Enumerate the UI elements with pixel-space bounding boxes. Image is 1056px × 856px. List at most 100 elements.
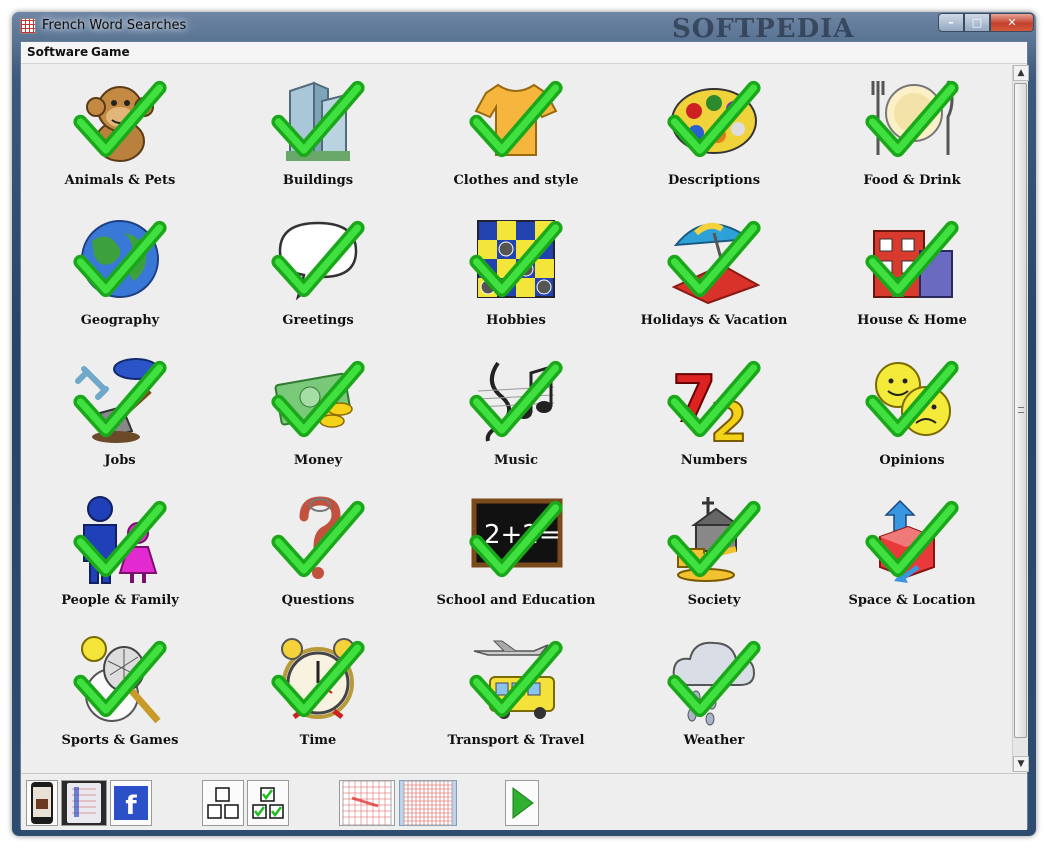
category-tile[interactable]: Opinions (813, 345, 1011, 485)
category-tile[interactable]: House & Home (813, 205, 1011, 345)
play-icon (512, 787, 534, 819)
category-tile[interactable]: Time (219, 625, 417, 765)
category-label: Food & Drink (863, 173, 961, 188)
minimize-button[interactable]: – (938, 13, 964, 32)
scroll-up-icon[interactable]: ▲ (1013, 65, 1029, 81)
category-label: School and Education (436, 593, 596, 608)
category-tile[interactable]: People & Family (21, 485, 219, 625)
category-tile[interactable]: Animals & Pets (21, 65, 219, 205)
category-tile[interactable]: Sports & Games (21, 625, 219, 765)
question-mark-icon (270, 491, 366, 587)
category-tile[interactable]: Weather (615, 625, 813, 765)
category-tile[interactable]: Jobs (21, 345, 219, 485)
grip-icon (1018, 407, 1024, 413)
category-label: Holidays & Vacation (640, 313, 788, 328)
scroll-down-icon[interactable]: ▼ (1013, 756, 1029, 772)
category-label: Questions (281, 593, 355, 608)
category-label: Weather (683, 733, 745, 748)
church-gavel-icon (666, 491, 762, 587)
menu-game[interactable]: Game (91, 45, 130, 59)
category-tile[interactable]: Transport & Travel (417, 625, 615, 765)
category-tile[interactable]: Food & Drink (813, 65, 1011, 205)
category-tile[interactable]: Music (417, 345, 615, 485)
app-window: French Word Searches SOFTPEDIA – □ ✕ Sof… (12, 12, 1036, 836)
tshirt-icon (468, 71, 564, 167)
monkey-icon (72, 71, 168, 167)
category-label: Music (493, 453, 538, 468)
tablet-app-button[interactable] (61, 780, 107, 826)
show-all-button[interactable] (202, 780, 244, 826)
maximize-button[interactable]: □ (964, 13, 990, 32)
completed-check-icon (73, 500, 167, 578)
client-area: Software Game Animals & Pets Buildings Clo… (20, 41, 1029, 830)
completed-check-icon (667, 80, 761, 158)
category-label: Geography (80, 313, 160, 328)
category-tile[interactable]: Greetings (219, 205, 417, 345)
completed-check-icon (469, 220, 563, 298)
category-label: Transport & Travel (447, 733, 585, 748)
category-label: Descriptions (667, 173, 761, 188)
category-label: Hobbies (486, 313, 546, 328)
checkerboard-icon (468, 211, 564, 307)
completed-check-icon (469, 360, 563, 438)
menu-bar: Software Game (21, 42, 1027, 64)
paint-palette-icon (666, 71, 762, 167)
vertical-scrollbar[interactable]: ▲ ▼ (1012, 65, 1029, 772)
watermark-text: SOFTPEDIA (672, 14, 855, 44)
category-label: Numbers (680, 453, 748, 468)
completed-check-icon (667, 220, 761, 298)
scroll-thumb[interactable] (1014, 83, 1027, 738)
category-tile[interactable]: Money (219, 345, 417, 485)
completed-check-icon (271, 500, 365, 578)
category-tile[interactable]: Clothes and style (417, 65, 615, 205)
bottom-toolbar: f (21, 773, 1027, 830)
empty-boxes-icon (207, 787, 239, 819)
phone-app-button[interactable] (26, 780, 58, 826)
smiley-faces-icon (864, 351, 960, 447)
completed-check-icon (865, 500, 959, 578)
category-tile[interactable]: Society (615, 485, 813, 625)
completed-check-icon (865, 360, 959, 438)
category-tile[interactable]: Buildings (219, 65, 417, 205)
menu-software[interactable]: Software (27, 45, 88, 59)
music-notes-icon (468, 351, 564, 447)
category-label: Sports & Games (61, 733, 179, 748)
show-completed-button[interactable] (247, 780, 289, 826)
cube-arrows-icon (864, 491, 960, 587)
category-label: House & Home (857, 313, 967, 328)
beach-umbrella-icon (666, 211, 762, 307)
globe-icon (72, 211, 168, 307)
chalkboard-icon: 2+2= (468, 491, 564, 587)
completed-check-icon (469, 80, 563, 158)
facebook-button[interactable]: f (110, 780, 152, 826)
category-tile[interactable]: Descriptions (615, 65, 813, 205)
category-tile[interactable]: Holidays & Vacation (615, 205, 813, 345)
completed-check-icon (667, 640, 761, 718)
category-tile[interactable]: Hobbies (417, 205, 615, 345)
category-label: Clothes and style (453, 173, 579, 188)
title-bar[interactable]: French Word Searches SOFTPEDIA – □ ✕ (12, 12, 1036, 44)
category-tile[interactable]: Questions (219, 485, 417, 625)
category-label: Buildings (282, 173, 354, 188)
completed-check-icon (667, 360, 761, 438)
category-label: Time (299, 733, 337, 748)
category-tile[interactable]: 2+2= School and Education (417, 485, 615, 625)
completed-check-icon (667, 500, 761, 578)
close-button[interactable]: ✕ (990, 13, 1034, 32)
play-button[interactable] (505, 780, 539, 826)
category-tile[interactable]: Space & Location (813, 485, 1011, 625)
grid-style-1-button[interactable] (339, 780, 395, 826)
category-label: Animals & Pets (64, 173, 176, 188)
category-tile[interactable]: 7 2 Numbers (615, 345, 813, 485)
numbers-icon: 72 (666, 351, 762, 447)
speech-bubble-icon (270, 211, 366, 307)
grid-style-2-button[interactable] (399, 780, 457, 826)
window-title: French Word Searches (42, 18, 187, 33)
letter-grid-selected-icon (403, 780, 453, 826)
completed-check-icon (73, 640, 167, 718)
plane-bus-icon (468, 631, 564, 727)
category-label: Greetings (282, 313, 354, 328)
phone-icon (31, 782, 53, 824)
category-tile[interactable]: Geography (21, 205, 219, 345)
completed-check-icon (73, 80, 167, 158)
